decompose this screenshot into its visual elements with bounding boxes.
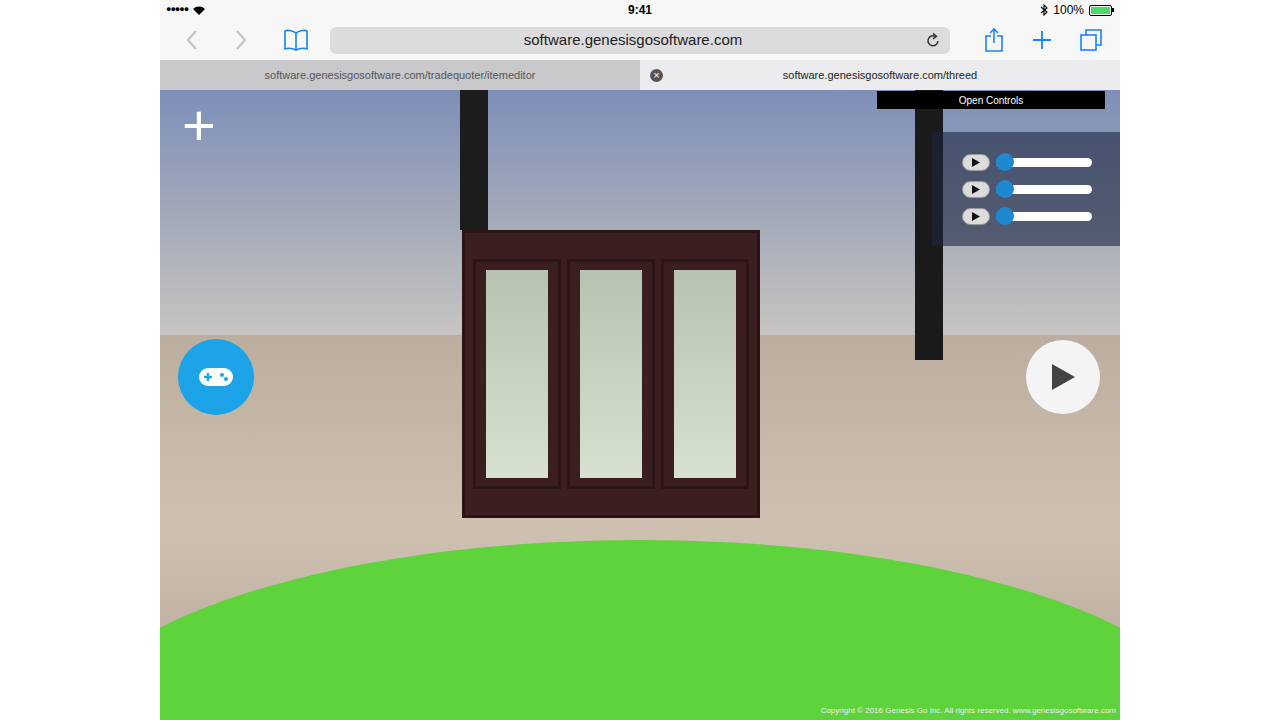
slider[interactable] xyxy=(996,185,1092,194)
slider-knob[interactable] xyxy=(996,207,1014,225)
signal-strength: ●●●●● xyxy=(166,3,188,17)
slider-knob[interactable] xyxy=(996,180,1014,198)
reload-icon[interactable] xyxy=(926,33,940,48)
new-tab-icon[interactable] xyxy=(1032,30,1052,50)
bookmarks-icon[interactable] xyxy=(283,29,309,51)
play-button[interactable] xyxy=(962,154,990,171)
play-icon xyxy=(972,212,980,221)
control-row xyxy=(962,208,1092,225)
play-icon xyxy=(972,185,980,194)
door-model xyxy=(462,230,760,518)
open-controls-button[interactable]: Open Controls xyxy=(877,91,1105,109)
browser-tab[interactable]: ×software.genesisgosoftware.com/threed xyxy=(640,60,1120,90)
control-row xyxy=(962,181,1092,198)
status-bar: ●●●●● 9:41 100% xyxy=(160,0,1120,20)
status-time: 9:41 xyxy=(482,1,798,19)
browser-toolbar: software.genesisgosoftware.com xyxy=(160,20,1120,60)
door-panel xyxy=(567,259,655,489)
slider-knob[interactable] xyxy=(996,153,1014,171)
wifi-icon xyxy=(192,5,206,16)
tab-bar: software.genesisgosoftware.com/tradequot… xyxy=(160,60,1120,90)
bluetooth-icon xyxy=(1040,4,1048,16)
page: ●●●●● 9:41 100% software.genesisgosoftware.… xyxy=(0,0,1280,720)
play-icon xyxy=(972,158,980,167)
battery-icon xyxy=(1089,5,1114,16)
play-icon xyxy=(1050,363,1076,391)
controls-panel xyxy=(932,132,1120,246)
slider[interactable] xyxy=(996,212,1092,221)
forward-icon[interactable] xyxy=(234,29,248,51)
battery-percent: 100% xyxy=(1053,1,1084,19)
browser-tab[interactable]: software.genesisgosoftware.com/tradequot… xyxy=(160,60,640,90)
tab-close-button[interactable]: × xyxy=(650,69,663,82)
door-panel xyxy=(473,259,561,489)
play-button[interactable] xyxy=(962,181,990,198)
door-panel xyxy=(661,259,749,489)
control-row xyxy=(962,154,1092,171)
scene-canvas[interactable]: + Open Controls Copyright © 2016 Genesis G… xyxy=(160,90,1120,720)
back-icon[interactable] xyxy=(185,29,199,51)
pillar xyxy=(460,90,488,230)
address-field[interactable]: software.genesisgosoftware.com xyxy=(330,27,950,54)
tabs-icon[interactable] xyxy=(1080,29,1102,51)
gamepad-icon xyxy=(198,366,234,388)
play-scene-button[interactable] xyxy=(1026,340,1100,414)
play-button[interactable] xyxy=(962,208,990,225)
copyright: Copyright © 2016 Genesis Go Inc. All rig… xyxy=(821,705,1116,717)
slider[interactable] xyxy=(996,158,1092,167)
add-button[interactable]: + xyxy=(180,96,218,154)
share-icon[interactable] xyxy=(984,28,1004,52)
gamepad-button[interactable] xyxy=(178,339,254,415)
ipad-screen: ●●●●● 9:41 100% software.genesisgosoftware.… xyxy=(160,0,1120,720)
